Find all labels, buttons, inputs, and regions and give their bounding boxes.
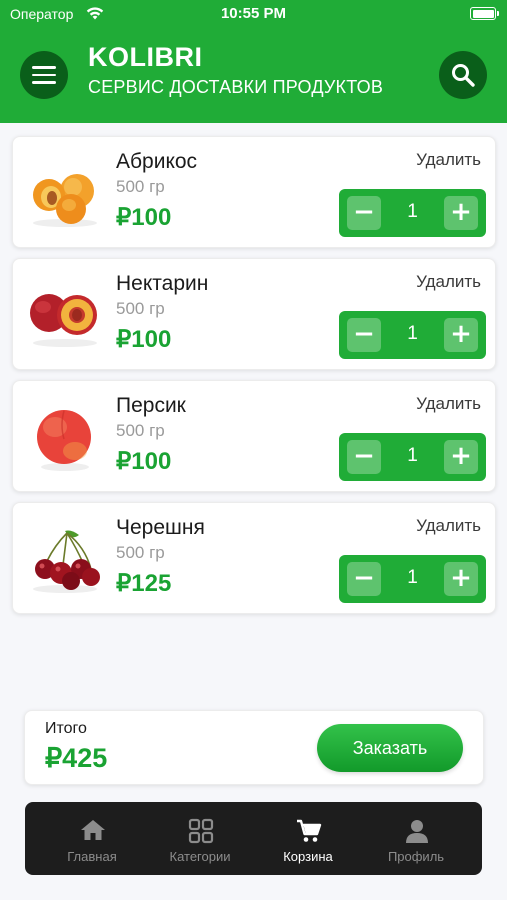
product-weight: 500 гр	[116, 421, 165, 440]
product-price: ₽125	[116, 570, 172, 597]
hamburger-icon	[32, 66, 56, 69]
tab-profile[interactable]: Профиль	[361, 802, 471, 875]
nectarine-image	[30, 294, 97, 347]
tab-home[interactable]: Главная	[37, 802, 147, 875]
home-icon	[81, 820, 105, 840]
product-price: ₽100	[116, 326, 172, 353]
battery-icon	[470, 7, 499, 20]
brand-tagline: СЕРВИС ДОСТАВКИ ПРОДУКТОВ	[88, 77, 384, 97]
menu-button[interactable]	[20, 51, 68, 99]
cart-item-apricot: Абрикос 500 гр ₽100 Удалить − 1 +	[12, 136, 496, 248]
product-name: Абрикос	[116, 150, 198, 173]
tab-label: Профиль	[387, 849, 445, 864]
cart-item-cherry: Черешня 500 гр ₽125 Удалить − 1 +	[12, 502, 496, 614]
order-button[interactable]: Заказать	[317, 724, 463, 772]
grid-icon	[188, 818, 214, 844]
product-weight: 500 гр	[116, 299, 165, 318]
product-price: ₽100	[116, 204, 172, 231]
increase-button[interactable]: +	[444, 440, 478, 474]
quantity-stepper: − 1 +	[339, 433, 486, 481]
remove-button[interactable]: Удалить	[416, 516, 481, 536]
product-price: ₽100	[116, 448, 172, 475]
increase-button[interactable]: +	[444, 318, 478, 352]
quantity-value: 1	[407, 323, 418, 344]
decrease-button[interactable]: −	[347, 562, 381, 596]
app-header: Оператор 10:55 PM KOLIBRI СЕРВИС ДОСТАВК…	[0, 0, 507, 123]
search-button[interactable]	[439, 51, 487, 99]
cart-icon	[297, 819, 322, 842]
quantity-stepper: − 1 +	[339, 555, 486, 603]
total-value: ₽425	[45, 743, 108, 773]
tab-label: Категории	[169, 849, 231, 864]
remove-button[interactable]: Удалить	[416, 150, 481, 170]
order-summary: Итого ₽425 Заказать	[24, 710, 484, 785]
quantity-stepper: − 1 +	[339, 189, 486, 237]
remove-button[interactable]: Удалить	[416, 272, 481, 292]
cart-item-nectarine: Нектарин 500 гр ₽100 Удалить − 1 +	[12, 258, 496, 370]
remove-button[interactable]: Удалить	[416, 394, 481, 414]
status-bar: Оператор 10:55 PM	[0, 0, 507, 28]
tab-cart[interactable]: Корзина	[253, 802, 363, 875]
clock: 10:55 PM	[220, 5, 287, 22]
decrease-button[interactable]: −	[347, 440, 381, 474]
search-icon	[452, 64, 475, 87]
decrease-button[interactable]: −	[347, 318, 381, 352]
increase-button[interactable]: +	[444, 196, 478, 230]
brand-title: KOLIBRI	[88, 42, 203, 72]
product-weight: 500 гр	[116, 177, 165, 196]
peach-image	[37, 410, 91, 471]
increase-button[interactable]: +	[444, 562, 478, 596]
tab-bar: Главная Категории Корзина Профиль	[25, 802, 482, 875]
tab-label: Главная	[67, 849, 117, 864]
product-name: Персик	[116, 394, 186, 417]
cherry-image	[33, 530, 100, 593]
user-icon	[406, 820, 428, 843]
quantity-stepper: − 1 +	[339, 311, 486, 359]
decrease-button[interactable]: −	[347, 196, 381, 230]
cart-item-peach: Персик 500 гр ₽100 Удалить − 1 +	[12, 380, 496, 492]
product-name: Черешня	[116, 516, 205, 539]
product-name: Нектарин	[116, 272, 209, 295]
tab-categories[interactable]: Категории	[145, 802, 255, 875]
quantity-value: 1	[407, 201, 418, 222]
product-weight: 500 гр	[116, 543, 165, 562]
apricot-image	[33, 174, 97, 227]
quantity-value: 1	[407, 445, 418, 466]
quantity-value: 1	[407, 567, 418, 588]
tab-label: Корзина	[283, 849, 333, 864]
total-label: Итого	[45, 720, 87, 737]
